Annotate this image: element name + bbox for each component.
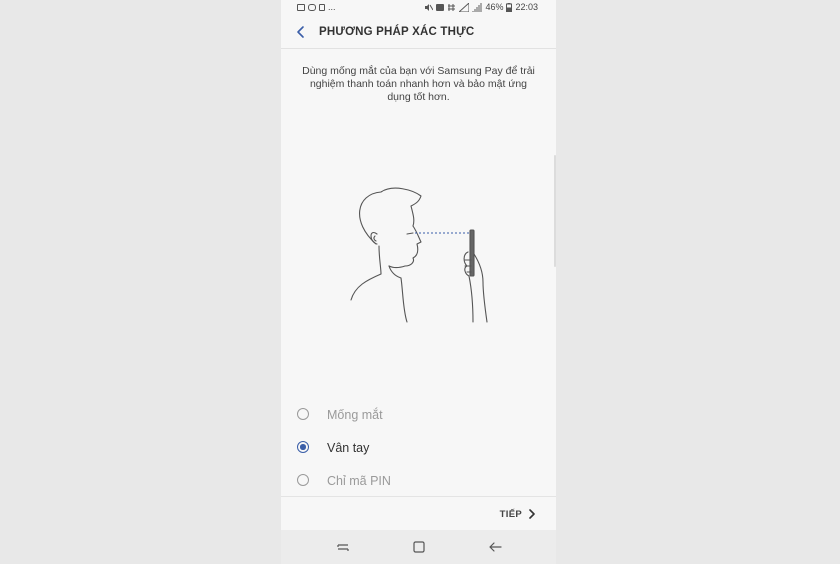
next-button[interactable]: TIẾP [500, 506, 536, 522]
clock: 22:03 [515, 2, 538, 12]
scroll-indicator [554, 155, 556, 267]
phone-screen: ... 46% 22:03 PHƯƠNG PHÁP XÁC THỰC Dùng … [281, 0, 556, 564]
sync-icon [448, 4, 456, 11]
image-icon [297, 4, 305, 11]
option-fingerprint[interactable]: Vân tay [281, 433, 556, 463]
home-icon[interactable] [411, 539, 427, 555]
iris-scan-illustration [350, 187, 488, 323]
description-text: Dùng mống mắt của bạn với Samsung Pay để… [302, 65, 535, 103]
back-arrow-icon[interactable] [293, 24, 309, 40]
next-label: TIẾP [499, 508, 522, 520]
option-label: Mống mắt [327, 408, 383, 422]
app-bar: PHƯƠNG PHÁP XÁC THỰC [281, 16, 556, 49]
radio-iris[interactable] [297, 408, 309, 420]
status-ellipsis: ... [328, 2, 336, 12]
back-nav-icon[interactable] [487, 539, 503, 555]
radio-fingerprint[interactable] [297, 441, 309, 453]
option-iris[interactable]: Mống mắt [281, 400, 556, 430]
recent-apps-icon[interactable] [335, 539, 351, 555]
navigation-bar [281, 530, 556, 564]
phone-icon [319, 4, 325, 11]
battery-percent: 46% [485, 2, 504, 12]
chevron-right-icon [529, 509, 535, 519]
battery-icon [506, 3, 513, 12]
option-label: Chỉ mã PIN [327, 474, 391, 488]
cloud-icon [308, 4, 316, 11]
divider [281, 496, 556, 497]
signal-icon [472, 3, 483, 12]
radio-pin-only[interactable] [297, 474, 309, 486]
wifi-icon [459, 3, 470, 12]
status-bar: ... 46% 22:03 [281, 0, 556, 16]
status-right-icons: 46% 22:03 [424, 3, 538, 12]
mute-icon [425, 4, 434, 11]
status-left-icons: ... [297, 3, 336, 12]
option-label: Vân tay [327, 441, 370, 455]
option-pin-only[interactable]: Chỉ mã PIN [281, 466, 556, 496]
nfc-icon [436, 4, 445, 11]
page-title: PHƯƠNG PHÁP XÁC THỰC [319, 26, 475, 38]
